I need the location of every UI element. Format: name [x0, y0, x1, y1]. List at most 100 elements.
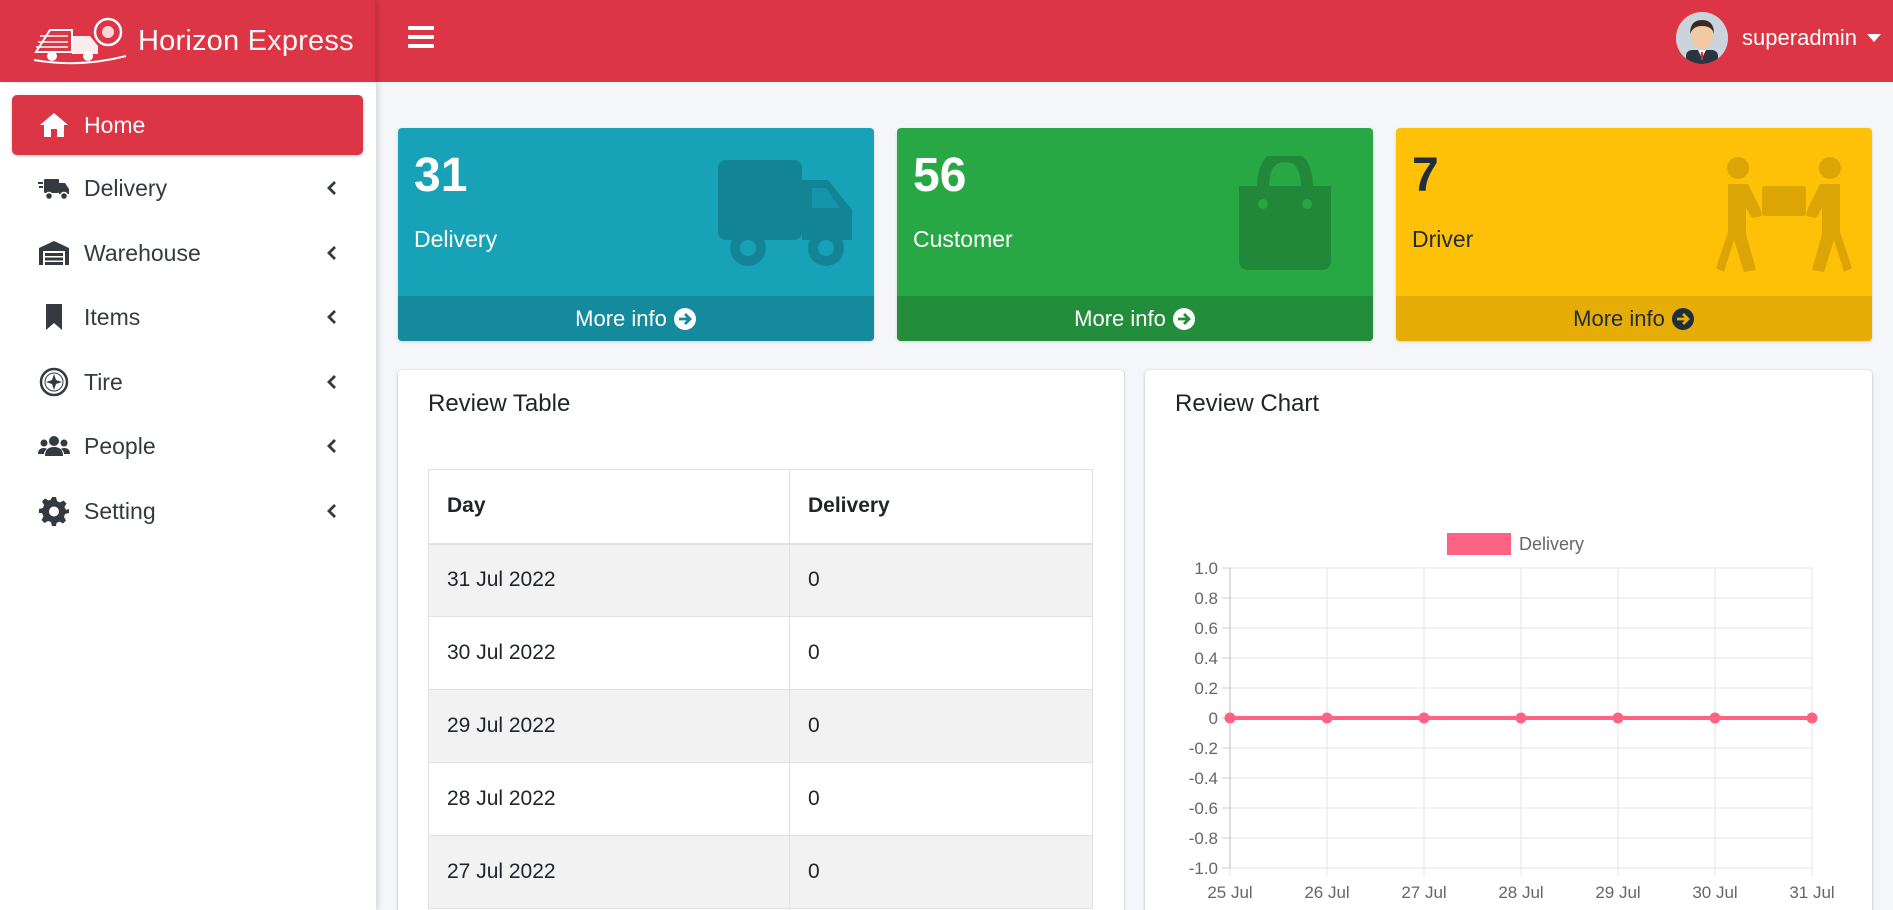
stat-value: 31 — [414, 149, 468, 202]
y-tick-label: 0.6 — [1194, 619, 1218, 638]
x-tick-label: 30 Jul — [1692, 883, 1737, 902]
brand-name: Horizon Express — [138, 25, 354, 58]
data-point — [1709, 712, 1721, 724]
chevron-left-icon — [327, 504, 336, 518]
hamburger-icon-bar — [408, 44, 434, 48]
x-tick-label: 28 Jul — [1498, 883, 1543, 902]
brand-name-light: Express — [247, 24, 354, 57]
chevron-left-icon — [327, 310, 336, 324]
table-row: 30 Jul 2022 0 — [428, 616, 1093, 690]
stat-value: 56 — [913, 149, 967, 202]
truck-fast-icon — [38, 179, 69, 201]
y-tick-label: 0 — [1209, 709, 1218, 728]
table-cell-delivery: 0 — [789, 762, 1093, 836]
review-table: Day Delivery 31 Jul 2022 0 30 Jul 2022 0… — [428, 469, 1093, 909]
table-cell-delivery: 0 — [789, 543, 1093, 617]
chevron-left-icon — [327, 439, 336, 453]
arrow-circle-right-icon — [673, 307, 696, 330]
sidebar-item-label: Tire — [84, 368, 123, 395]
stat-box-driver: 7 Driver More info — [1396, 128, 1872, 341]
legend-label: Delivery — [1519, 534, 1584, 554]
stat-box-delivery: 31 Delivery More info — [398, 128, 874, 341]
table-cell-delivery: 0 — [789, 616, 1093, 690]
sidebar-item-warehouse[interactable]: Warehouse — [12, 223, 363, 283]
caret-down-icon — [1867, 34, 1881, 42]
gear-icon — [39, 497, 69, 526]
sidebar-item-label: Setting — [84, 497, 156, 524]
tire-icon — [39, 367, 69, 397]
data-point — [1224, 712, 1236, 724]
y-tick-label: -1.0 — [1189, 859, 1218, 878]
bookmark-icon — [46, 304, 62, 330]
truck-icon — [718, 160, 852, 266]
more-info-label: More info — [1573, 305, 1665, 331]
data-point — [1321, 712, 1333, 724]
table-cell-day: 30 Jul 2022 — [428, 616, 790, 690]
more-info-link[interactable]: More info — [398, 296, 874, 341]
users-icon — [38, 436, 70, 456]
y-tick-label: -0.4 — [1189, 769, 1218, 788]
arrow-circle-right-icon — [1172, 307, 1195, 330]
stat-value: 7 — [1412, 149, 1439, 202]
user-menu-dropdown[interactable]: superadmin — [1676, 8, 1893, 68]
table-header-row: Day Delivery — [428, 469, 1093, 545]
stat-label: Delivery — [414, 226, 498, 252]
x-tick-label: 27 Jul — [1401, 883, 1446, 902]
more-info-link[interactable]: More info — [897, 296, 1373, 341]
sidebar-item-label: Delivery — [84, 174, 168, 201]
legend-swatch — [1447, 533, 1511, 555]
people-carry-icon — [1716, 157, 1852, 272]
y-tick-label: 0.2 — [1194, 679, 1218, 698]
table-row: 31 Jul 2022 0 — [428, 543, 1093, 617]
sidebar-item-items[interactable]: Items — [12, 287, 363, 347]
card-title: Review Table — [428, 390, 571, 417]
more-info-label: More info — [575, 305, 667, 331]
table-row: 28 Jul 2022 0 — [428, 762, 1093, 836]
y-tick-label: 1.0 — [1194, 559, 1218, 578]
chevron-left-icon — [327, 375, 336, 389]
sidebar-item-label: Items — [84, 303, 141, 330]
arrow-circle-right-icon — [1671, 307, 1694, 330]
home-icon — [40, 113, 68, 137]
chevron-left-icon — [327, 181, 336, 195]
sidebar-toggle-button[interactable] — [408, 26, 434, 48]
brand-link[interactable]: Horizon Express — [0, 0, 376, 82]
avatar — [1676, 12, 1729, 64]
hamburger-icon-bar — [408, 26, 434, 30]
table-row: 27 Jul 2022 0 — [428, 835, 1093, 909]
sidebar-item-label: Home — [84, 111, 146, 138]
column-header-day: Day — [428, 469, 790, 545]
brand-name-bold: Horizon — [138, 24, 240, 57]
table-row: 29 Jul 2022 0 — [428, 689, 1093, 763]
y-tick-label: -0.2 — [1189, 739, 1218, 758]
sidebar-item-delivery[interactable]: Delivery — [12, 158, 363, 218]
sidebar-item-setting[interactable]: Setting — [12, 481, 363, 541]
data-point — [1418, 712, 1430, 724]
stat-label: Customer — [913, 226, 1013, 252]
shopping-bag-icon — [1239, 156, 1331, 270]
y-tick-label: 0.4 — [1194, 649, 1218, 668]
review-line-chart: 1.0 0.8 0.6 0.4 0.2 0 -0.2 -0.4 -0.6 -0.8 -1.0 25 J… — [1189, 533, 1835, 902]
sidebar-item-label: Warehouse — [84, 239, 201, 266]
data-point — [1612, 712, 1624, 724]
y-tick-label: 0.8 — [1194, 589, 1218, 608]
more-info-link[interactable]: More info — [1396, 296, 1872, 341]
table-cell-delivery: 0 — [789, 689, 1093, 763]
review-table-card: Review Table Day Delivery 31 Jul 2022 0 … — [398, 370, 1124, 910]
username: superadmin — [1742, 25, 1857, 50]
sidebar-item-people[interactable]: People — [12, 416, 363, 476]
x-tick-label: 26 Jul — [1304, 883, 1349, 902]
data-point — [1515, 712, 1527, 724]
column-header-delivery: Delivery — [789, 469, 1093, 545]
data-point — [1806, 712, 1818, 724]
sidebar-item-home[interactable]: Home — [12, 95, 363, 155]
sidebar-item-tire[interactable]: Tire — [12, 352, 363, 412]
x-tick-label: 25 Jul — [1207, 883, 1252, 902]
table-cell-day: 28 Jul 2022 — [428, 762, 790, 836]
logo-truck-icon — [33, 17, 127, 65]
stat-box-customer: 56 Customer More info — [897, 128, 1373, 341]
hamburger-icon-bar — [408, 35, 434, 39]
table-cell-day: 27 Jul 2022 — [428, 835, 790, 909]
more-info-label: More info — [1074, 305, 1166, 331]
y-tick-label: -0.6 — [1189, 799, 1218, 818]
